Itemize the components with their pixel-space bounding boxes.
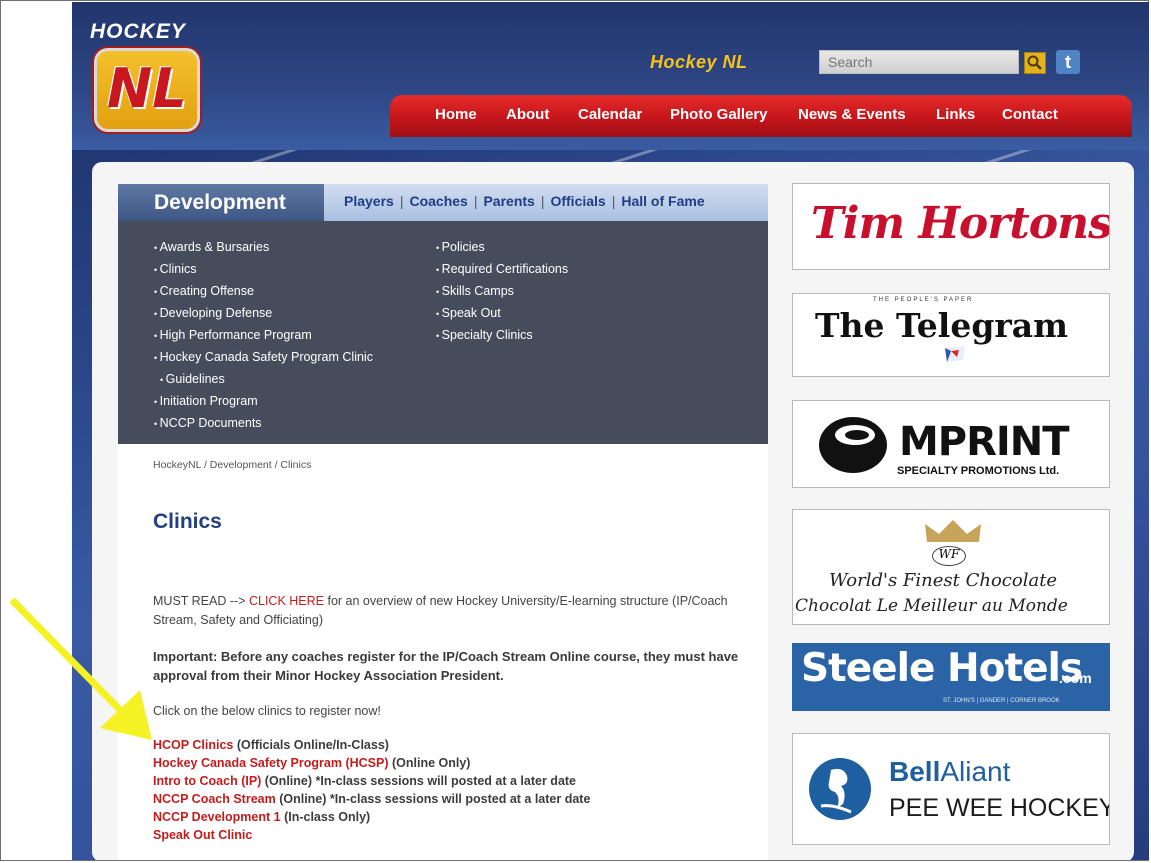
subnav-officials[interactable]: Officials xyxy=(550,193,605,209)
clinic-item: HCOP Clinics (Officials Online/In-Class) xyxy=(153,736,590,754)
nav-news-events[interactable]: News & Events xyxy=(798,106,906,123)
subnav-separator: | xyxy=(473,193,478,209)
clinic-item: NCCP Development 1 (In-class Only) xyxy=(153,808,590,826)
menu-item-awards-bursaries[interactable]: Awards & Bursaries xyxy=(154,237,373,259)
site-header: HOCKEY NL Hockey NL t Home About Calenda… xyxy=(72,2,1149,150)
clinic-link-hcsp[interactable]: Hockey Canada Safety Program (HCSP) xyxy=(153,756,389,770)
clinic-link-nccp-development-1[interactable]: NCCP Development 1 xyxy=(153,810,281,824)
click-here-link[interactable]: CLICK HERE xyxy=(249,594,324,608)
sponsor-imprint[interactable]: MPRINT SPECIALTY PROMOTIONS Ltd. xyxy=(792,400,1110,488)
menu-item-hcsp-guidelines[interactable]: Hockey Canada Safety Program Clinic xyxy=(154,347,373,369)
menu-item-high-performance[interactable]: High Performance Program xyxy=(154,325,373,347)
menu-item-clinics[interactable]: Clinics xyxy=(154,259,373,281)
clinic-note: (Online) *In-class sessions will posted … xyxy=(261,774,577,788)
nav-calendar[interactable]: Calendar xyxy=(578,106,642,123)
development-menu: Awards & Bursaries Clinics Creating Offe… xyxy=(118,221,768,444)
subnav-separator: | xyxy=(399,193,404,209)
clinic-list: HCOP Clinics (Officials Online/In-Class)… xyxy=(153,736,590,844)
menu-item-initiation-program[interactable]: Initiation Program xyxy=(154,391,373,413)
search-input[interactable] xyxy=(819,50,1019,74)
menu-item-specialty-clinics[interactable]: Specialty Clinics xyxy=(436,325,568,347)
logo-mark: NL xyxy=(107,57,187,120)
must-read-prefix: MUST READ --> xyxy=(153,594,249,608)
imprint-logo: MPRINT xyxy=(899,419,1070,465)
site-name: Hockey NL xyxy=(650,52,748,72)
nav-contact[interactable]: Contact xyxy=(1002,106,1058,123)
steele-hotels-com: .com xyxy=(1059,670,1092,686)
telegram-logo: The Telegram xyxy=(815,306,1069,345)
logo-wordmark: HOCKEY xyxy=(90,20,186,43)
sponsor-bell-aliant[interactable]: BellAliant PEE WEE HOCKEY xyxy=(792,733,1110,845)
subnav-separator: | xyxy=(540,193,545,209)
main-navigation: Home About Calendar Photo Gallery News &… xyxy=(390,95,1132,137)
subnav-players[interactable]: Players xyxy=(344,193,394,209)
search-icon xyxy=(1027,55,1042,70)
bell-aliant-logo: BellAliant xyxy=(889,756,1010,788)
section-title: Development xyxy=(118,184,324,221)
wf-tagline-fr: Chocolat Le Meilleur au Monde xyxy=(795,596,1068,616)
clinic-link-speak-out[interactable]: Speak Out Clinic xyxy=(153,828,252,842)
clinic-item: Hockey Canada Safety Program (HCSP) (Onl… xyxy=(153,754,590,772)
logo-shield: NL xyxy=(94,48,200,132)
page-title: Clinics xyxy=(153,510,222,533)
sponsor-steele-hotels[interactable]: Steele Hotels .com ST. JOHN'S | GANDER |… xyxy=(792,643,1110,711)
clinic-note: (Online Only) xyxy=(388,756,471,770)
crown-icon xyxy=(925,520,981,542)
clinic-note: (Officials Online/In-Class) xyxy=(233,738,389,752)
menu-item-required-certifications[interactable]: Required Certifications xyxy=(436,259,568,281)
imprint-tagline: SPECIALTY PROMOTIONS Ltd. xyxy=(897,465,1060,477)
clinic-item: Intro to Coach (IP) (Online) *In-class s… xyxy=(153,772,590,790)
sponsor-tim-hortons[interactable]: Tim Hortons xyxy=(792,183,1110,270)
nav-home[interactable]: Home xyxy=(435,106,477,123)
wf-tagline-en: World's Finest Chocolate xyxy=(829,570,1058,591)
subnav-hall-of-fame[interactable]: Hall of Fame xyxy=(621,193,704,209)
clinic-item: Speak Out Clinic xyxy=(153,826,590,844)
twitter-icon[interactable]: t xyxy=(1056,50,1080,74)
imprint-swoosh-icon xyxy=(819,417,887,473)
nav-about[interactable]: About xyxy=(506,106,549,123)
menu-column-right: Policies Required Certifications Skills … xyxy=(436,237,568,347)
site-background: HOCKEY NL Hockey NL t Home About Calenda… xyxy=(72,2,1149,860)
hockey-player-icon xyxy=(809,758,871,820)
menu-item-policies[interactable]: Policies xyxy=(436,237,568,259)
clinic-link-intro-to-coach[interactable]: Intro to Coach (IP) xyxy=(153,774,261,788)
menu-item-speak-out[interactable]: Speak Out xyxy=(436,303,568,325)
clinic-link-hcop[interactable]: HCOP Clinics xyxy=(153,738,233,752)
subnav-coaches[interactable]: Coaches xyxy=(409,193,467,209)
subnav-parents[interactable]: Parents xyxy=(483,193,534,209)
menu-column-left: Awards & Bursaries Clinics Creating Offe… xyxy=(154,237,373,435)
nav-photo-gallery[interactable]: Photo Gallery xyxy=(670,106,768,123)
important-notice: Important: Before any coaches register f… xyxy=(153,649,739,683)
bell-aliant-tagline: PEE WEE HOCKEY xyxy=(889,794,1110,822)
menu-item-skills-camps[interactable]: Skills Camps xyxy=(436,281,568,303)
wf-monogram: WF xyxy=(932,546,966,566)
clinic-link-nccp-coach-stream[interactable]: NCCP Coach Stream xyxy=(153,792,276,806)
search-button[interactable] xyxy=(1024,52,1046,74)
must-read-paragraph: MUST READ --> CLICK HERE for an overview… xyxy=(153,592,753,630)
steele-hotels-logo: Steele Hotels xyxy=(801,646,1083,691)
subnav-separator: | xyxy=(611,193,616,209)
telegram-tagline: THE PEOPLE'S PAPER xyxy=(873,297,974,303)
menu-item-hcsp-guidelines-cont[interactable]: Guidelines xyxy=(154,369,373,391)
aliant-wordmark: Aliant xyxy=(940,756,1011,787)
section-subnav: Players | Coaches | Parents | Officials | Hall o… xyxy=(344,193,705,209)
sponsor-worlds-finest[interactable]: WF World's Finest Chocolate Chocolat Le … xyxy=(792,509,1110,625)
bell-wordmark: Bell xyxy=(889,756,941,787)
clinic-item: NCCP Coach Stream (Online) *In-class ses… xyxy=(153,790,590,808)
flag-icon xyxy=(945,346,965,362)
click-below-text: Click on the below clinics to register n… xyxy=(153,704,381,718)
clinic-note: (Online) *In-class sessions will posted … xyxy=(275,792,591,806)
nav-links[interactable]: Links xyxy=(936,106,975,123)
hockey-nl-logo[interactable]: HOCKEY NL xyxy=(90,20,202,132)
sponsor-telegram[interactable]: THE PEOPLE'S PAPER The Telegram xyxy=(792,293,1110,377)
menu-item-developing-defense[interactable]: Developing Defense xyxy=(154,303,373,325)
steele-hotels-locations: ST. JOHN'S | GANDER | CORNER BROOK xyxy=(943,698,1060,704)
clinic-note: (In-class Only) xyxy=(280,810,371,824)
breadcrumb[interactable]: HockeyNL / Development / Clinics xyxy=(153,459,311,471)
menu-item-nccp-documents[interactable]: NCCP Documents xyxy=(154,413,373,435)
tim-hortons-logo: Tim Hortons xyxy=(811,198,1110,249)
menu-item-creating-offense[interactable]: Creating Offense xyxy=(154,281,373,303)
yellow-arrow-annotation xyxy=(9,597,152,740)
